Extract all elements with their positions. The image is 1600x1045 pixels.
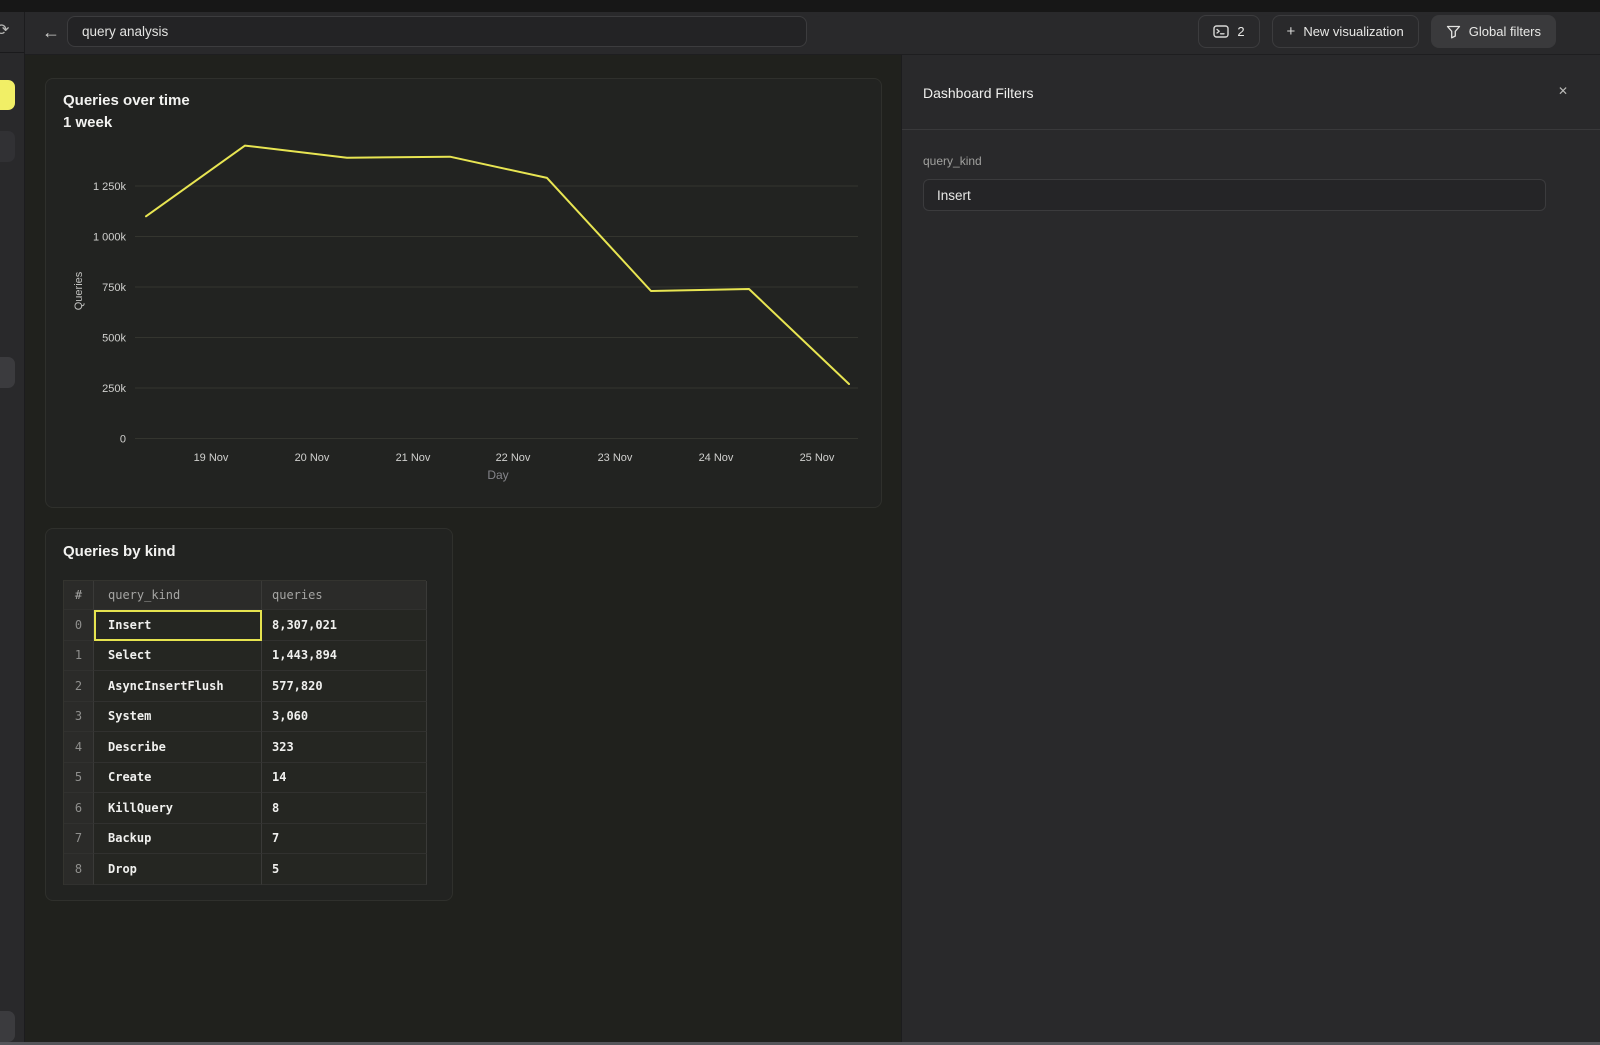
refresh-icon[interactable]: ⟳ <box>0 20 9 40</box>
queries-cell[interactable]: 8 <box>262 793 427 824</box>
queries-line <box>146 146 849 384</box>
query-kind-cell[interactable]: Describe <box>94 732 262 763</box>
queries-over-time-card: Queries over time 1 week 0250k500k750k1 … <box>45 78 882 508</box>
dashboard-filters-panel: Dashboard Filters ✕ query_kind <box>901 55 1600 1042</box>
console-count: 2 <box>1237 24 1244 39</box>
y-tick-label: 0 <box>120 434 126 446</box>
query-kind-cell[interactable]: Create <box>94 763 262 794</box>
y-tick-label: 1 000k <box>93 232 127 244</box>
row-index: 5 <box>64 763 94 794</box>
close-panel-button[interactable]: ✕ <box>1553 81 1573 101</box>
row-index: 6 <box>64 793 94 824</box>
header-bar: ← 2 + New visualization Global fil <box>25 12 1600 55</box>
rail-top-section: ⟳ <box>0 12 25 53</box>
back-button[interactable]: ← <box>39 18 63 46</box>
filter-field-label: query_kind <box>923 154 982 168</box>
x-tick-label: 20 Nov <box>295 452 330 464</box>
queries-cell[interactable]: 5 <box>262 854 427 885</box>
queries-by-kind-card: Queries by kind #query_kindqueries 0Inser… <box>45 528 453 901</box>
global-filters-button[interactable]: Global filters <box>1431 15 1556 48</box>
row-index: 4 <box>64 732 94 763</box>
y-tick-label: 750k <box>102 282 126 294</box>
x-tick-label: 21 Nov <box>396 452 431 464</box>
back-arrow-icon: ← <box>42 22 60 43</box>
new-visualization-label: New visualization <box>1303 24 1403 39</box>
y-tick-label: 250k <box>102 383 126 395</box>
row-index: 7 <box>64 824 94 855</box>
queries-over-time-chart: 0 250k 500k 750k 1 000k 1 250k 19 Nov 20 Nov 21 … <box>46 79 883 509</box>
x-axis-title: Day <box>487 468 508 482</box>
x-tick-label: 22 Nov <box>496 452 531 464</box>
left-rail: ⟳ <box>0 12 25 1042</box>
rail-item-3[interactable] <box>0 357 15 388</box>
column-header-queries: queries <box>262 581 427 610</box>
row-index: 3 <box>64 702 94 733</box>
dashboard-title-input[interactable] <box>67 16 807 47</box>
y-tick-label: 500k <box>102 333 126 345</box>
query-kind-cell[interactable]: Insert <box>94 610 262 641</box>
y-tick-label: 1 250k <box>93 181 127 193</box>
dashboard-canvas: Queries over time 1 week 0250k500k750k1 … <box>25 55 901 1042</box>
queries-cell[interactable]: 14 <box>262 763 427 794</box>
query-kind-cell[interactable]: AsyncInsertFlush <box>94 671 262 702</box>
x-tick-label: 24 Nov <box>699 452 734 464</box>
query-kind-cell[interactable]: KillQuery <box>94 793 262 824</box>
filters-panel-title: Dashboard Filters <box>923 85 1034 101</box>
queries-cell[interactable]: 3,060 <box>262 702 427 733</box>
query-kind-filter-input[interactable] <box>923 179 1546 211</box>
rail-item-dashboard-active[interactable] <box>0 80 15 110</box>
row-index: 1 <box>64 641 94 672</box>
sql-console-button[interactable]: 2 <box>1198 15 1259 48</box>
queries-cell[interactable]: 577,820 <box>262 671 427 702</box>
column-header-query-kind: query_kind <box>94 581 262 610</box>
y-axis-title: Queries <box>73 271 85 310</box>
new-visualization-button[interactable]: + New visualization <box>1272 15 1419 48</box>
rail-item-4[interactable] <box>0 1011 15 1042</box>
x-tick-label: 23 Nov <box>598 452 633 464</box>
x-tick-label: 25 Nov <box>800 452 835 464</box>
query-kind-cell[interactable]: System <box>94 702 262 733</box>
table-title: Queries by kind <box>63 543 176 560</box>
queries-cell[interactable]: 8,307,021 <box>262 610 427 641</box>
query-kind-cell[interactable]: Drop <box>94 854 262 885</box>
global-filters-label: Global filters <box>1469 24 1541 39</box>
query-kind-cell[interactable]: Select <box>94 641 262 672</box>
row-index: 0 <box>64 610 94 641</box>
query-kind-cell[interactable]: Backup <box>94 824 262 855</box>
rail-item-2[interactable] <box>0 131 15 162</box>
close-icon: ✕ <box>1558 84 1568 98</box>
header-actions: 2 + New visualization Global filters <box>1198 15 1556 48</box>
funnel-icon <box>1446 25 1461 39</box>
row-index: 2 <box>64 671 94 702</box>
queries-cell[interactable]: 1,443,894 <box>262 641 427 672</box>
queries-cell[interactable]: 323 <box>262 732 427 763</box>
column-header-index: # <box>64 581 94 610</box>
console-icon <box>1213 25 1229 38</box>
x-tick-label: 19 Nov <box>194 452 229 464</box>
panel-divider <box>902 129 1600 130</box>
queries-cell[interactable]: 7 <box>262 824 427 855</box>
row-index: 8 <box>64 854 94 885</box>
plus-icon: + <box>1287 23 1296 40</box>
window-top-strip <box>0 0 1600 12</box>
queries-by-kind-table: #query_kindqueries 0Insert8,307,021 1Selec… <box>63 580 426 885</box>
